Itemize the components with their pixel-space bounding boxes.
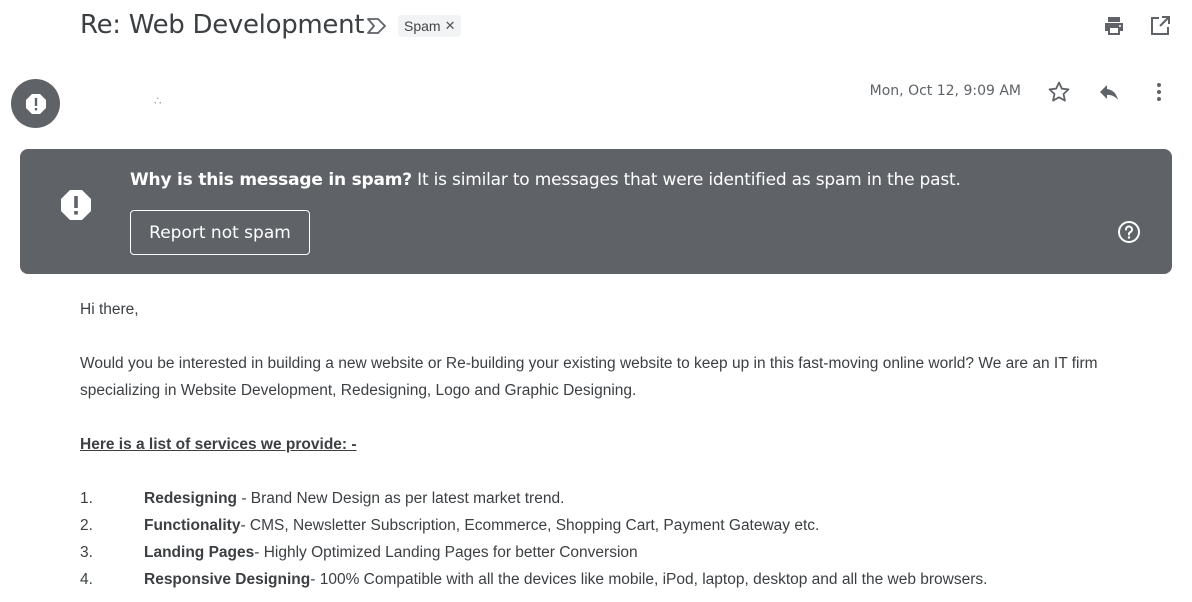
service-title: Responsive Designing [144, 571, 311, 588]
service-description: - 100% Compatible with all the devices l… [310, 571, 988, 588]
reply-icon[interactable] [1097, 80, 1121, 104]
spam-warning-banner: Why is this message in spam? It is simil… [20, 149, 1172, 274]
spam-label-chip: Spam ✕ [398, 15, 462, 37]
service-number: 2. [80, 517, 93, 534]
exclamation-icon [61, 190, 91, 220]
spam-explanation: Why is this message in spam? It is simil… [130, 170, 961, 190]
service-description: - Highly Optimized Landing Pages for bet… [254, 544, 638, 561]
greeting: Hi there, [80, 301, 139, 318]
service-number: 4. [80, 571, 93, 588]
spam-reason: It is similar to messages that were iden… [411, 170, 961, 190]
remove-label-button[interactable]: ✕ [445, 18, 456, 34]
service-number: 1. [80, 490, 93, 507]
services-heading: Here is a list of services we provide: - [80, 436, 357, 453]
sender-name: ∴ [154, 94, 162, 108]
spam-label-text: Spam [404, 18, 441, 34]
report-not-spam-button[interactable]: Report not spam [130, 210, 310, 255]
help-icon[interactable] [1117, 220, 1141, 244]
print-icon[interactable] [1102, 14, 1126, 38]
spam-question: Why is this message in spam? [130, 170, 412, 190]
service-description: - Brand New Design as per latest market … [237, 490, 565, 507]
service-item: 3. Landing Pages- Highly Optimized Landi… [80, 539, 1170, 566]
open-in-new-window-icon[interactable] [1148, 14, 1172, 38]
intro-paragraph: Would you be interested in building a ne… [80, 355, 1098, 399]
email-body: Hi there, Would you be interested in bui… [80, 296, 1170, 593]
service-title: Redesigning [144, 490, 238, 507]
label-important-icon[interactable] [366, 17, 388, 35]
service-title: Landing Pages [144, 544, 255, 561]
email-subject: Re: Web Development [80, 10, 365, 40]
sender-avatar [11, 79, 60, 128]
service-item: 2. Functionality- CMS, Newsletter Subscr… [80, 512, 1170, 539]
star-icon[interactable] [1047, 80, 1071, 104]
service-title: Functionality [144, 517, 241, 534]
email-date: Mon, Oct 12, 9:09 AM [869, 83, 1021, 99]
service-item: 1. Redesigning - Brand New Design as per… [80, 485, 1170, 512]
more-vert-icon[interactable] [1147, 80, 1171, 104]
service-description: - CMS, Newsletter Subscription, Ecommerc… [240, 517, 820, 534]
service-number: 3. [80, 544, 93, 561]
exclamation-icon [25, 93, 46, 114]
service-item: 4. Responsive Designing- 100% Compatible… [80, 566, 1170, 593]
